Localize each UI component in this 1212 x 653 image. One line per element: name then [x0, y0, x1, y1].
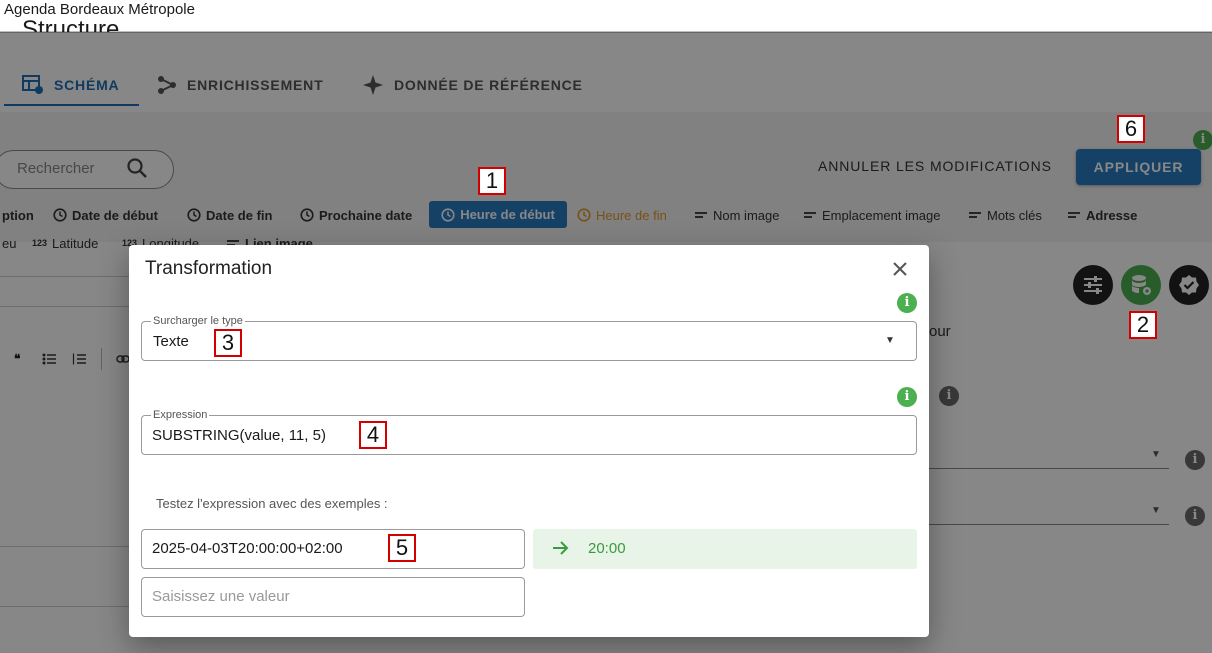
field-label: Expression	[151, 409, 210, 421]
annotation-marker: 1	[478, 167, 506, 195]
info-icon[interactable]: i	[897, 293, 917, 313]
annotation-marker: 6	[1117, 115, 1145, 143]
select-value: Texte	[153, 333, 189, 350]
examples-label: Testez l'expression avec des exemples :	[156, 496, 388, 511]
annotation-marker: 2	[1129, 311, 1157, 339]
field-label: Surcharger le type	[151, 315, 245, 327]
window-title: Agenda Bordeaux Métropole	[4, 1, 195, 18]
dialog-title: Transformation	[145, 258, 273, 279]
expression-value: SUBSTRING(value, 11, 5)	[152, 427, 326, 444]
chevron-down-icon[interactable]: ▼	[885, 335, 895, 346]
divider	[0, 31, 1212, 33]
arrow-right-icon	[553, 541, 569, 555]
annotation-marker: 5	[388, 534, 416, 562]
info-icon[interactable]: i	[897, 387, 917, 407]
close-icon[interactable]	[891, 260, 909, 278]
annotation-marker: 3	[214, 329, 242, 357]
type-override-select[interactable]	[141, 321, 917, 361]
annotation-marker: 4	[359, 421, 387, 449]
example-result-value: 20:00	[588, 540, 626, 557]
example-input-value: 2025-04-03T20:00:00+02:00	[152, 540, 343, 557]
input-placeholder: Saisissez une valeur	[152, 588, 290, 605]
page-title: Structure	[22, 18, 120, 32]
transformation-dialog: Transformation i Surcharger le type Text…	[129, 245, 929, 637]
